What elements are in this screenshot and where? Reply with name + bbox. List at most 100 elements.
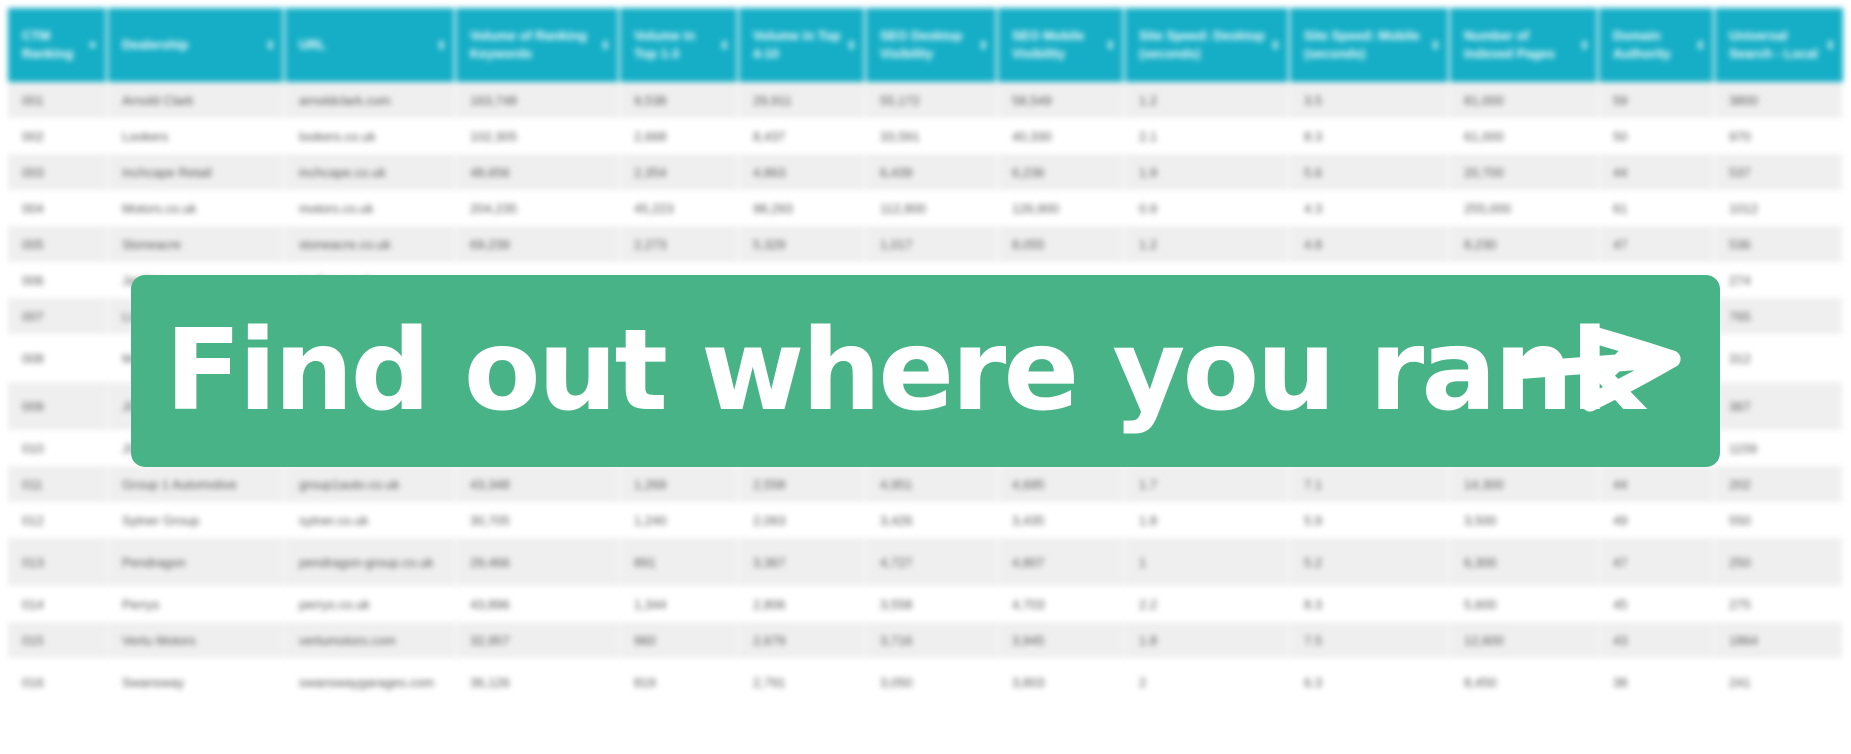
table-cell: 011 xyxy=(8,466,108,502)
table-cell: 1,240 xyxy=(620,502,739,538)
table-cell: 43,348 xyxy=(456,466,620,502)
column-header[interactable]: Universal Search - Local ⇕ xyxy=(1715,8,1843,82)
sort-icon[interactable]: ⇕ xyxy=(601,37,610,55)
table-cell: 32,957 xyxy=(456,622,620,658)
column-header-label: SEO Desktop Visibility xyxy=(880,28,963,61)
table-cell: 010 xyxy=(8,430,108,466)
column-header-label: Volume of Ranking Keywords xyxy=(470,28,587,61)
column-header[interactable]: Volume in Top 1-3 ⇕ xyxy=(620,8,739,82)
table-row: 005 Stoneacre stoneacre.co.uk 69,239 2,273 5,… xyxy=(8,226,1843,262)
table-cell: 2,354 xyxy=(620,154,739,190)
table-cell: 014 xyxy=(8,586,108,622)
sort-icon[interactable]: ⇕ xyxy=(1106,37,1115,55)
table-cell: 0.9 xyxy=(1125,190,1290,226)
table-cell: stoneacre.co.uk xyxy=(285,226,456,262)
table-row: 002 Lookers lookers.co.uk 102,305 2,668 8,437… xyxy=(8,118,1843,154)
table-cell: 48,656 xyxy=(456,154,620,190)
table-row: 004 Motors.co.uk motors.co.uk 204,235 45,223… xyxy=(8,190,1843,226)
table-cell: 3,945 xyxy=(998,622,1125,658)
table-cell: 50 xyxy=(1599,118,1715,154)
column-header-label: Volume in Top 4-10 xyxy=(753,28,841,61)
sort-icon[interactable]: ⇕ xyxy=(1271,37,1280,55)
column-header[interactable]: Site Speed: Desktop (seconds) ⇕ xyxy=(1125,8,1290,82)
sort-icon[interactable]: ⇕ xyxy=(720,37,729,55)
table-cell: 6,439 xyxy=(866,154,998,190)
table-cell: 9,538 xyxy=(620,82,739,118)
sort-icon[interactable]: ⇕ xyxy=(1826,37,1835,55)
table-cell: 69,239 xyxy=(456,226,620,262)
find-out-where-you-rank-button[interactable]: Find out where you rank xyxy=(131,275,1720,467)
table-cell: 2,791 xyxy=(739,658,866,706)
table-row: 012 Sytner Group sytner.co.uk 30,705 1,240 2,… xyxy=(8,502,1843,538)
table-cell: 4,863 xyxy=(739,154,866,190)
table-cell: 1012 xyxy=(1715,190,1843,226)
table-cell: 1.2 xyxy=(1125,82,1290,118)
table-cell: 2,273 xyxy=(620,226,739,262)
table-cell: 013 xyxy=(8,538,108,586)
sort-icon[interactable]: ⇕ xyxy=(437,37,446,55)
table-cell: 3,558 xyxy=(866,586,998,622)
table-cell: 3.5 xyxy=(1290,82,1450,118)
table-cell: 006 xyxy=(8,262,108,298)
column-header[interactable]: SEO Desktop Visibility ⇕ xyxy=(866,8,998,82)
table-cell: perrys.co.uk xyxy=(285,586,456,622)
table-row: 013 Pendragon pendragon-group.co.uk 29,466 8… xyxy=(8,538,1843,586)
page: CTM Ranking ▼ Dealership ⇕ URL ⇕ Volume of Ran… xyxy=(0,0,1851,754)
column-header[interactable]: URL ⇕ xyxy=(285,8,456,82)
table-cell: 30,705 xyxy=(456,502,620,538)
table-cell: 59 xyxy=(1599,82,1715,118)
table-cell: 4,695 xyxy=(998,466,1125,502)
table-cell: 008 xyxy=(8,334,108,382)
sort-icon[interactable]: ⇕ xyxy=(1696,37,1705,55)
table-cell: Perrys xyxy=(108,586,285,622)
table-row: 016 Swansway swanswaygarages.com 36,126 819 2… xyxy=(8,658,1843,706)
column-header-label: Site Speed: Mobile (seconds) xyxy=(1304,28,1420,61)
table-cell: 102,305 xyxy=(456,118,620,154)
table-cell: 250 xyxy=(1715,538,1843,586)
table-cell: 29,466 xyxy=(456,538,620,586)
table-cell: 8,450 xyxy=(1450,658,1599,706)
sort-icon[interactable]: ⇕ xyxy=(979,37,988,55)
column-header[interactable]: Site Speed: Mobile (seconds) ⇕ xyxy=(1290,8,1450,82)
table-cell: 44 xyxy=(1599,466,1715,502)
table-cell: 98,293 xyxy=(739,190,866,226)
table-cell: 007 xyxy=(8,298,108,334)
column-header[interactable]: Number of Indexed Pages ⇕ xyxy=(1450,8,1599,82)
column-header[interactable]: Volume in Top 4-10 ⇕ xyxy=(739,8,866,82)
table-cell: 8.3 xyxy=(1290,118,1450,154)
table-cell: 81,000 xyxy=(1450,82,1599,118)
sort-icon[interactable]: ⇕ xyxy=(1580,37,1589,55)
sort-icon[interactable]: ⇕ xyxy=(847,37,856,55)
sort-icon[interactable]: ⇕ xyxy=(1431,37,1440,55)
table-cell: 8,437 xyxy=(739,118,866,154)
table-cell: 4,807 xyxy=(998,538,1125,586)
table-cell: 255,000 xyxy=(1450,190,1599,226)
table-cell: 8,055 xyxy=(998,226,1125,262)
column-header-label: Site Speed: Desktop (seconds) xyxy=(1139,28,1265,61)
table-row: 003 Inchcape Retail inchcape.co.uk 48,656 2,… xyxy=(8,154,1843,190)
column-header[interactable]: CTM Ranking ▼ xyxy=(8,8,108,82)
table-cell: Pendragon xyxy=(108,538,285,586)
table-cell: arnoldclark.com xyxy=(285,82,456,118)
sort-icon[interactable]: ⇕ xyxy=(266,37,275,55)
table-cell: 003 xyxy=(8,154,108,190)
column-header[interactable]: SEO Mobile Visibility ⇕ xyxy=(998,8,1125,82)
column-header[interactable]: Volume of Ranking Keywords ⇕ xyxy=(456,8,620,82)
table-cell: 367 xyxy=(1715,382,1843,430)
column-header[interactable]: Domain Authority ⇕ xyxy=(1599,8,1715,82)
table-cell: vertumotors.com xyxy=(285,622,456,658)
table-cell: 112,800 xyxy=(866,190,998,226)
table-cell: 016 xyxy=(8,658,108,706)
table-cell: 61,000 xyxy=(1450,118,1599,154)
table-cell: 009 xyxy=(8,382,108,430)
table-cell: Motors.co.uk xyxy=(108,190,285,226)
sort-descending-icon[interactable]: ▼ xyxy=(87,37,98,55)
table-cell: motors.co.uk xyxy=(285,190,456,226)
column-header[interactable]: Dealership ⇕ xyxy=(108,8,285,82)
table-cell: 1,269 xyxy=(620,466,739,502)
column-header-label: Number of Indexed Pages xyxy=(1464,28,1556,61)
table-cell: 33,591 xyxy=(866,118,998,154)
table-cell: 40,330 xyxy=(998,118,1125,154)
table-cell: 6,236 xyxy=(998,154,1125,190)
table-cell: sytner.co.uk xyxy=(285,502,456,538)
